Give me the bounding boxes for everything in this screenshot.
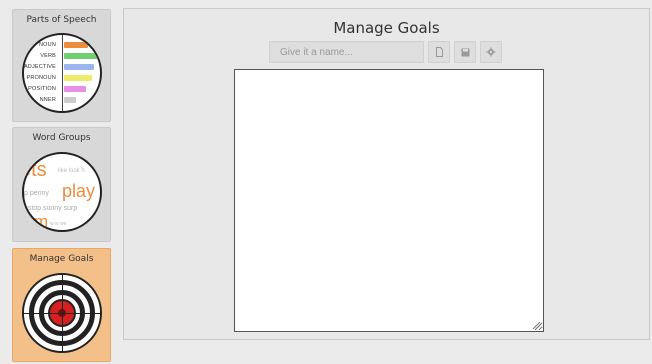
sidebar-item-label: Parts of Speech [26,15,97,25]
manage-goals-panel: Manage Goals [123,8,650,340]
goals-textarea[interactable] [234,69,544,332]
pos-bar-pronoun [64,75,92,81]
pos-word-label: NNER [39,97,56,103]
target-crosshair-horizontal [24,313,100,314]
save-goal-button[interactable] [454,41,476,63]
sidebar-item-word-groups[interactable]: Word Groups ets like look h p penny play… [12,127,111,242]
pos-row: POSITION [24,85,100,93]
pos-word-label: POSITION [28,86,56,92]
sidebar-item-label: Manage Goals [29,254,94,264]
pos-bar-adjective [64,64,94,70]
word-cloud-word: like look h [58,168,85,174]
pos-word-label: ADJECTIVE [23,64,56,70]
target-icon [22,273,102,353]
sidebar-item-parts-of-speech[interactable]: Parts of Speech NOUN VERB ADJECTIVE PRON… [12,9,111,122]
page-title: Manage Goals [333,19,440,37]
word-cloud-word: w w we [50,221,67,227]
pos-row: NOUN [24,41,100,49]
word-groups-thumbnail: ets like look h p penny play e stop sunn… [22,152,102,232]
word-cloud-word: e stop sunny surp [22,205,78,212]
pos-word-label: PRONOUN [26,75,56,81]
pos-bar-verb [64,53,98,59]
pos-bar-noun [64,42,88,48]
pos-row: PRONOUN [24,74,100,82]
sidebar: Parts of Speech NOUN VERB ADJECTIVE PRON… [0,0,118,364]
save-icon [461,48,469,56]
pos-bar-other [64,97,76,103]
document-icon [435,47,443,57]
pos-row: VERB [24,52,100,60]
word-cloud-word: p penny [24,190,49,197]
new-goal-button[interactable] [428,41,450,63]
goal-name-input[interactable] [269,41,424,63]
pos-bar-preposition [64,86,86,92]
pos-word-label: NOUN [39,42,56,48]
word-cloud-word: play [62,181,96,201]
gear-icon [486,47,496,57]
sidebar-item-label: Word Groups [32,133,91,143]
pos-row: ADJECTIVE [24,63,100,71]
word-cloud-word: ets [22,159,47,181]
pos-word-label: VERB [40,53,56,59]
word-cloud-word: m [34,212,49,231]
pos-row: NNER [24,96,100,104]
settings-button[interactable] [480,41,502,63]
sidebar-item-manage-goals[interactable]: Manage Goals [12,248,111,362]
parts-of-speech-thumbnail: NOUN VERB ADJECTIVE PRONOUN POSITION NNE… [22,33,102,113]
